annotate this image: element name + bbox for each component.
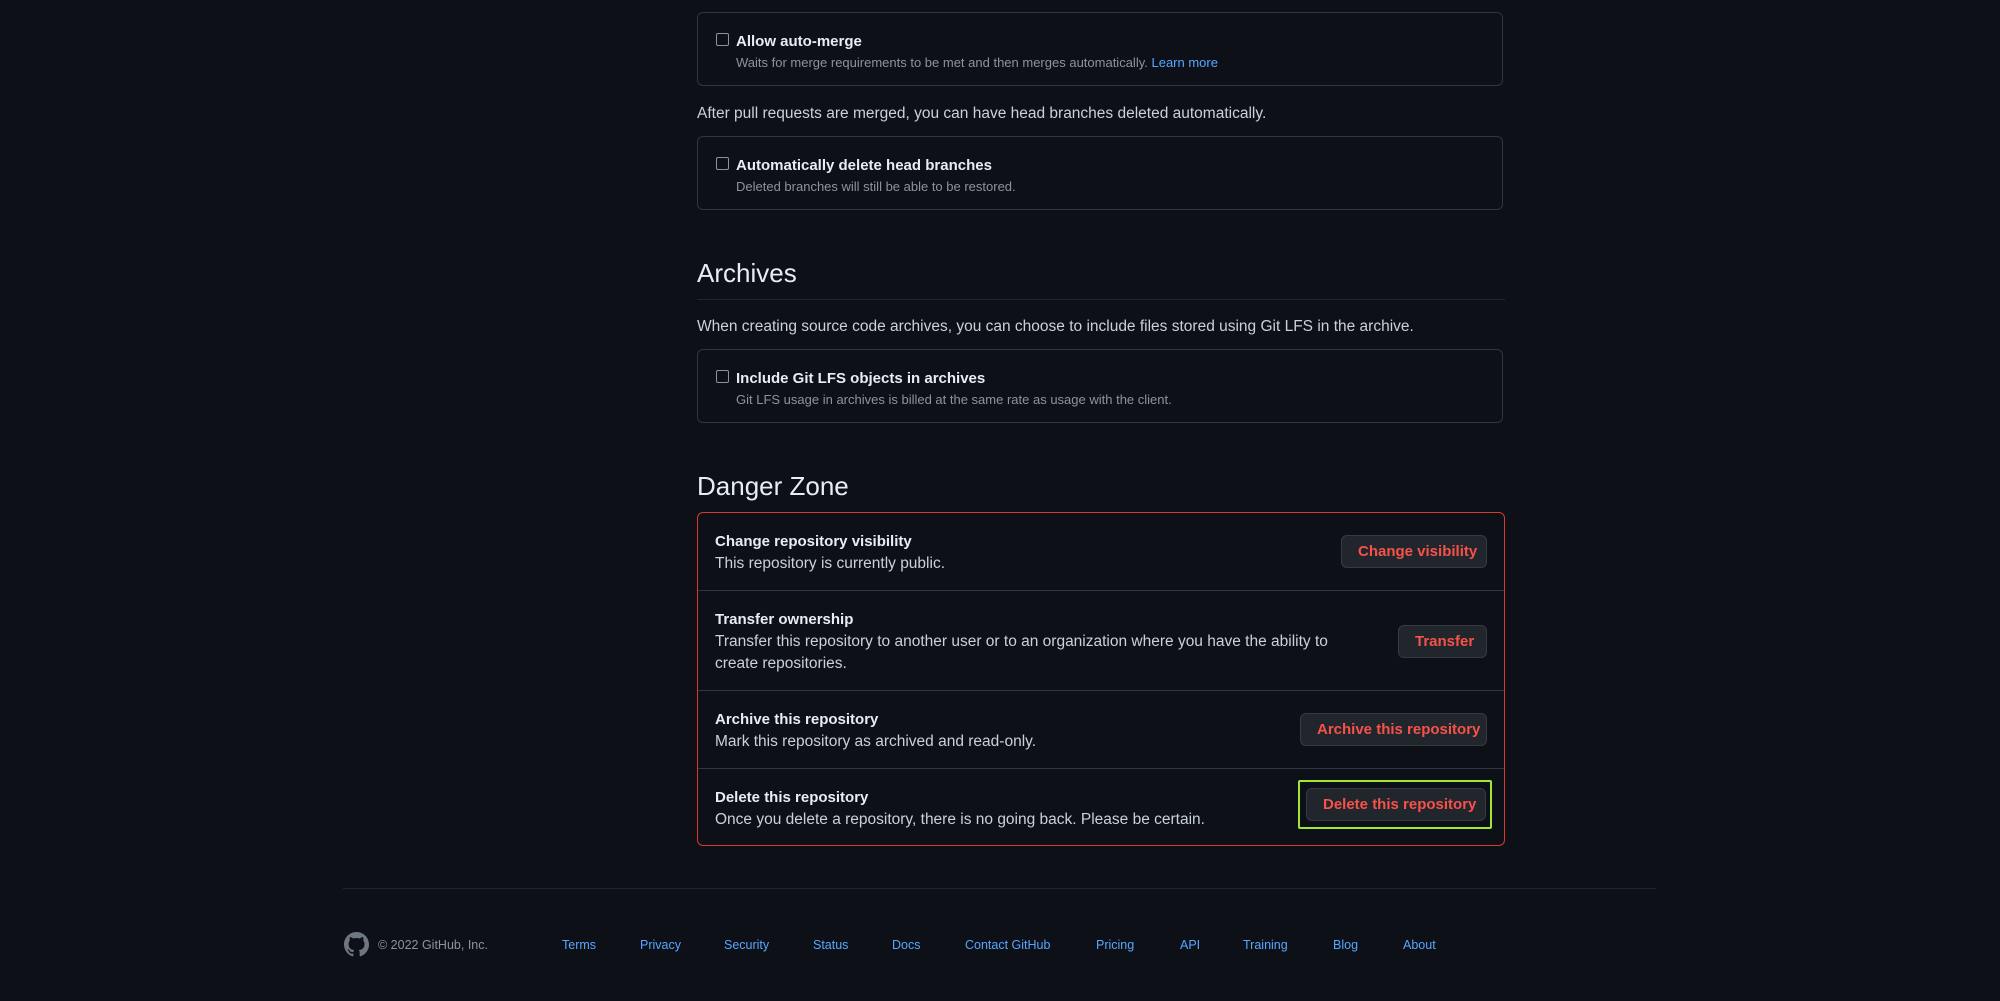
delete-head-branches-title: Automatically delete head branches [736, 157, 992, 174]
archives-divider [697, 299, 1505, 300]
delete-head-branches-description: Deleted branches will still be able to b… [736, 179, 1016, 194]
github-mark-icon[interactable] [344, 932, 369, 957]
delete-repository-button[interactable]: Delete this repository [1306, 788, 1486, 821]
footer-link-terms[interactable]: Terms [562, 938, 596, 952]
delete-head-branches-checkbox[interactable] [716, 157, 729, 170]
footer-link-about[interactable]: About [1403, 938, 1436, 952]
footer-link-training[interactable]: Training [1243, 938, 1288, 952]
danger-item-description: Transfer this repository to another user… [715, 633, 1328, 672]
danger-item-delete: Delete this repository Once you delete a… [698, 769, 1504, 845]
branches-intro-text: After pull requests are merged, you can … [697, 105, 1267, 122]
auto-merge-description: Waits for merge requirements to be met a… [736, 55, 1218, 70]
danger-item-description: Once you delete a repository, there is n… [715, 811, 1205, 828]
include-lfs-option: Include Git LFS objects in archives Git … [697, 349, 1503, 423]
danger-item-transfer: Transfer ownership Transfer this reposit… [698, 591, 1504, 691]
footer-link-contact-github[interactable]: Contact GitHub [965, 938, 1050, 952]
footer-link-blog[interactable]: Blog [1333, 938, 1358, 952]
footer-link-pricing[interactable]: Pricing [1096, 938, 1134, 952]
danger-item-change-visibility: Change repository visibility This reposi… [698, 513, 1504, 591]
transfer-button[interactable]: Transfer [1398, 625, 1487, 658]
archives-heading: Archives [697, 258, 797, 288]
archives-intro-text: When creating source code archives, you … [697, 318, 1414, 335]
footer-copyright: © 2022 GitHub, Inc. [378, 938, 488, 952]
footer-link-status[interactable]: Status [813, 938, 848, 952]
archive-repository-button[interactable]: Archive this repository [1300, 713, 1487, 746]
danger-item-title: Delete this repository [715, 789, 869, 806]
auto-merge-option: Allow auto-merge Waits for merge require… [697, 12, 1503, 86]
change-visibility-button[interactable]: Change visibility [1341, 535, 1487, 568]
auto-merge-checkbox[interactable] [716, 33, 729, 46]
footer-link-security[interactable]: Security [724, 938, 769, 952]
auto-merge-title: Allow auto-merge [736, 33, 862, 50]
footer-link-docs[interactable]: Docs [892, 938, 920, 952]
danger-item-archive: Archive this repository Mark this reposi… [698, 691, 1504, 769]
include-lfs-description: Git LFS usage in archives is billed at t… [736, 392, 1172, 407]
footer-link-privacy[interactable]: Privacy [640, 938, 681, 952]
footer-link-api[interactable]: API [1180, 938, 1200, 952]
danger-zone-box: Change repository visibility This reposi… [697, 512, 1505, 846]
delete-head-branches-option: Automatically delete head branches Delet… [697, 136, 1503, 210]
danger-item-title: Change repository visibility [715, 533, 912, 550]
footer-divider [343, 888, 1656, 889]
include-lfs-title: Include Git LFS objects in archives [736, 370, 986, 387]
danger-zone-heading: Danger Zone [697, 471, 849, 501]
danger-item-description: Mark this repository as archived and rea… [715, 733, 1037, 750]
include-lfs-checkbox[interactable] [716, 370, 729, 383]
learn-more-link[interactable]: Learn more [1151, 55, 1217, 70]
danger-item-description: This repository is currently public. [715, 555, 945, 572]
danger-item-title: Archive this repository [715, 711, 879, 728]
settings-page: Allow auto-merge Waits for merge require… [0, 0, 2000, 1001]
danger-item-title: Transfer ownership [715, 611, 854, 628]
